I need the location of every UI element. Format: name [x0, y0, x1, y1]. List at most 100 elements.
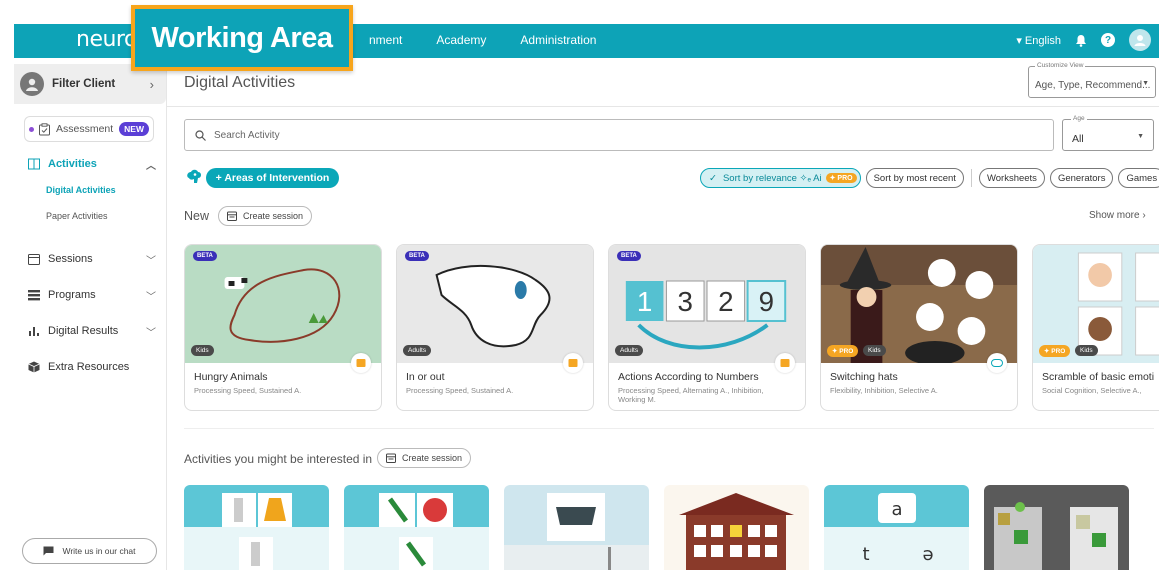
sort-recent-chip[interactable]: Sort by most recent [865, 168, 964, 188]
chat-button[interactable]: Write us in our chat [22, 538, 157, 564]
chat-label: Write us in our chat [62, 546, 136, 556]
clipboard-icon [39, 122, 50, 135]
card-title: In or out [406, 371, 445, 383]
search-placeholder: Search Activity [214, 129, 280, 141]
sidebar: Filter Client › Assessment NEW Activitie… [14, 58, 167, 570]
pro-badge: ✦ PRO [825, 173, 857, 183]
sidebar-item-digital-activities[interactable]: Digital Activities [46, 185, 116, 195]
calendar-icon [227, 211, 237, 221]
recommended-card[interactable]: a t ə [824, 485, 969, 570]
activity-card[interactable]: ✦ PRO Kids Scramble of basic emoti Socia… [1032, 244, 1159, 411]
activity-card[interactable]: BETA Kids Hungry Animals Processing Spee… [184, 244, 382, 411]
activity-card[interactable]: 1 3 2 9 BETA Adults Actions According to… [608, 244, 806, 411]
customize-view-value: Age, Type, Recommend... [1035, 80, 1151, 91]
chevron-up-icon: ︿ [146, 160, 156, 172]
show-more-link[interactable]: Show more › [1089, 210, 1146, 221]
bar-chart-icon [29, 327, 39, 336]
pro-badge-label: PRO [1051, 348, 1066, 355]
sidebar-item-digital-results[interactable]: Digital Results ﹀ [28, 325, 156, 339]
brain-icon [187, 169, 201, 183]
section-divider [184, 428, 1154, 429]
card-image [504, 485, 649, 570]
card-image: a t ə [824, 485, 969, 570]
dropdown-arrow-icon: ▼ [1142, 80, 1149, 87]
age-label: Age [1071, 115, 1087, 122]
chat-icon [43, 546, 54, 556]
filter-worksheets-chip[interactable]: Worksheets [978, 168, 1045, 188]
card-subtitle: Processing Speed, Alternating A., Inhibi… [618, 386, 764, 404]
chevron-down-icon: ﹀ [146, 255, 156, 267]
create-session-label: Create session [243, 211, 304, 221]
filter-games-chip[interactable]: Games [1118, 168, 1159, 188]
list-icon [28, 290, 40, 301]
filter-client-label: Filter Client [52, 78, 116, 90]
age-badge: Adults [615, 345, 644, 356]
digit-text: 9 [759, 286, 774, 317]
recommended-card[interactable] [984, 485, 1129, 570]
assessment-label: Assessment [56, 123, 114, 135]
card-image [984, 485, 1129, 570]
recommended-card[interactable] [664, 485, 809, 570]
sidebar-item-paper-activities[interactable]: Paper Activities [46, 211, 108, 221]
age-badge: Adults [403, 345, 432, 356]
recommended-card[interactable] [504, 485, 649, 570]
box-icon [28, 361, 40, 373]
sort-relevance-chip[interactable]: ✓ Sort by relevance ✧ₑ Ai ✦ PRO [700, 168, 861, 188]
worksheet-icon [563, 353, 583, 373]
activities-icon [28, 158, 40, 170]
sidebar-item-assessment[interactable]: Assessment NEW [24, 116, 154, 142]
programs-label: Programs [48, 289, 96, 301]
chevron-down-icon: ﹀ [146, 291, 156, 303]
sidebar-item-programs[interactable]: Programs ﹀ [28, 289, 156, 303]
areas-of-intervention-button[interactable]: + Areas of Intervention [206, 168, 339, 188]
activity-card[interactable]: BETA Adults In or out Processing Speed, … [396, 244, 594, 411]
pro-badge-label: PRO [839, 348, 854, 355]
age-badge: Kids [1075, 345, 1098, 356]
status-dot [29, 126, 34, 132]
create-session-button[interactable]: Create session [377, 448, 472, 468]
customize-view-select[interactable]: Customize View Age, Type, Recommend... ▼ [1028, 62, 1156, 98]
nav-item-academy[interactable]: Academy [436, 33, 486, 47]
card-subtitle: Processing Speed, Sustained A. [406, 386, 514, 395]
language-label: English [1024, 34, 1061, 47]
nav-item-management[interactable]: nment [369, 33, 402, 47]
sort-filter-bar: ✓ Sort by relevance ✧ₑ Ai ✦ PRO Sort by … [700, 168, 1159, 188]
age-badge: Kids [863, 345, 886, 356]
age-value: All [1072, 133, 1084, 145]
filter-generators-chip[interactable]: Generators [1049, 168, 1114, 188]
card-title: Scramble of basic emoti [1042, 371, 1155, 383]
main-content: Digital Activities Customize View Age, T… [167, 58, 1159, 570]
create-session-button[interactable]: Create session [218, 206, 313, 226]
letter-text: t [862, 544, 869, 565]
gamepad-icon [987, 353, 1007, 373]
age-select[interactable]: Age All ▼ [1062, 115, 1154, 151]
recommended-card[interactable] [344, 485, 489, 570]
bell-icon[interactable] [1075, 34, 1087, 47]
letter-text: a [891, 499, 902, 520]
user-icon [1134, 35, 1146, 46]
nav-item-administration[interactable]: Administration [520, 33, 596, 47]
pro-badge-label: PRO [837, 175, 853, 182]
extra-resources-label: Extra Resources [48, 361, 130, 373]
user-avatar[interactable] [1129, 29, 1151, 51]
sidebar-item-sessions[interactable]: Sessions ﹀ [28, 253, 156, 267]
top-right-controls: ▾ English ? [1016, 29, 1151, 51]
activity-card[interactable]: ✦ PRO Kids Switching hats Flexibility, I… [820, 244, 1018, 411]
card-subtitle: Flexibility, Inhibition, Selective A. [830, 386, 938, 395]
activities-label: Activities [48, 158, 97, 170]
dropdown-arrow-icon: ▼ [1137, 133, 1144, 140]
card-image [184, 485, 329, 570]
beta-badge: BETA [405, 251, 429, 261]
calendar-icon [386, 453, 396, 463]
sidebar-item-activities[interactable]: Activities ︿ [28, 158, 156, 172]
help-icon[interactable]: ? [1101, 33, 1115, 47]
chip-separator [970, 169, 972, 187]
sidebar-item-extra-resources[interactable]: Extra Resources [28, 361, 129, 373]
language-selector[interactable]: ▾ English [1016, 34, 1061, 47]
new-section-title: New [184, 209, 210, 223]
recommended-card[interactable] [184, 485, 329, 570]
app-frame: neuron nment Academy Administration ▾ En… [0, 0, 1159, 570]
interested-section-title: Activities you might be interested in [184, 452, 373, 466]
search-input[interactable]: Search Activity [184, 119, 1054, 151]
new-badge: NEW [119, 122, 149, 136]
